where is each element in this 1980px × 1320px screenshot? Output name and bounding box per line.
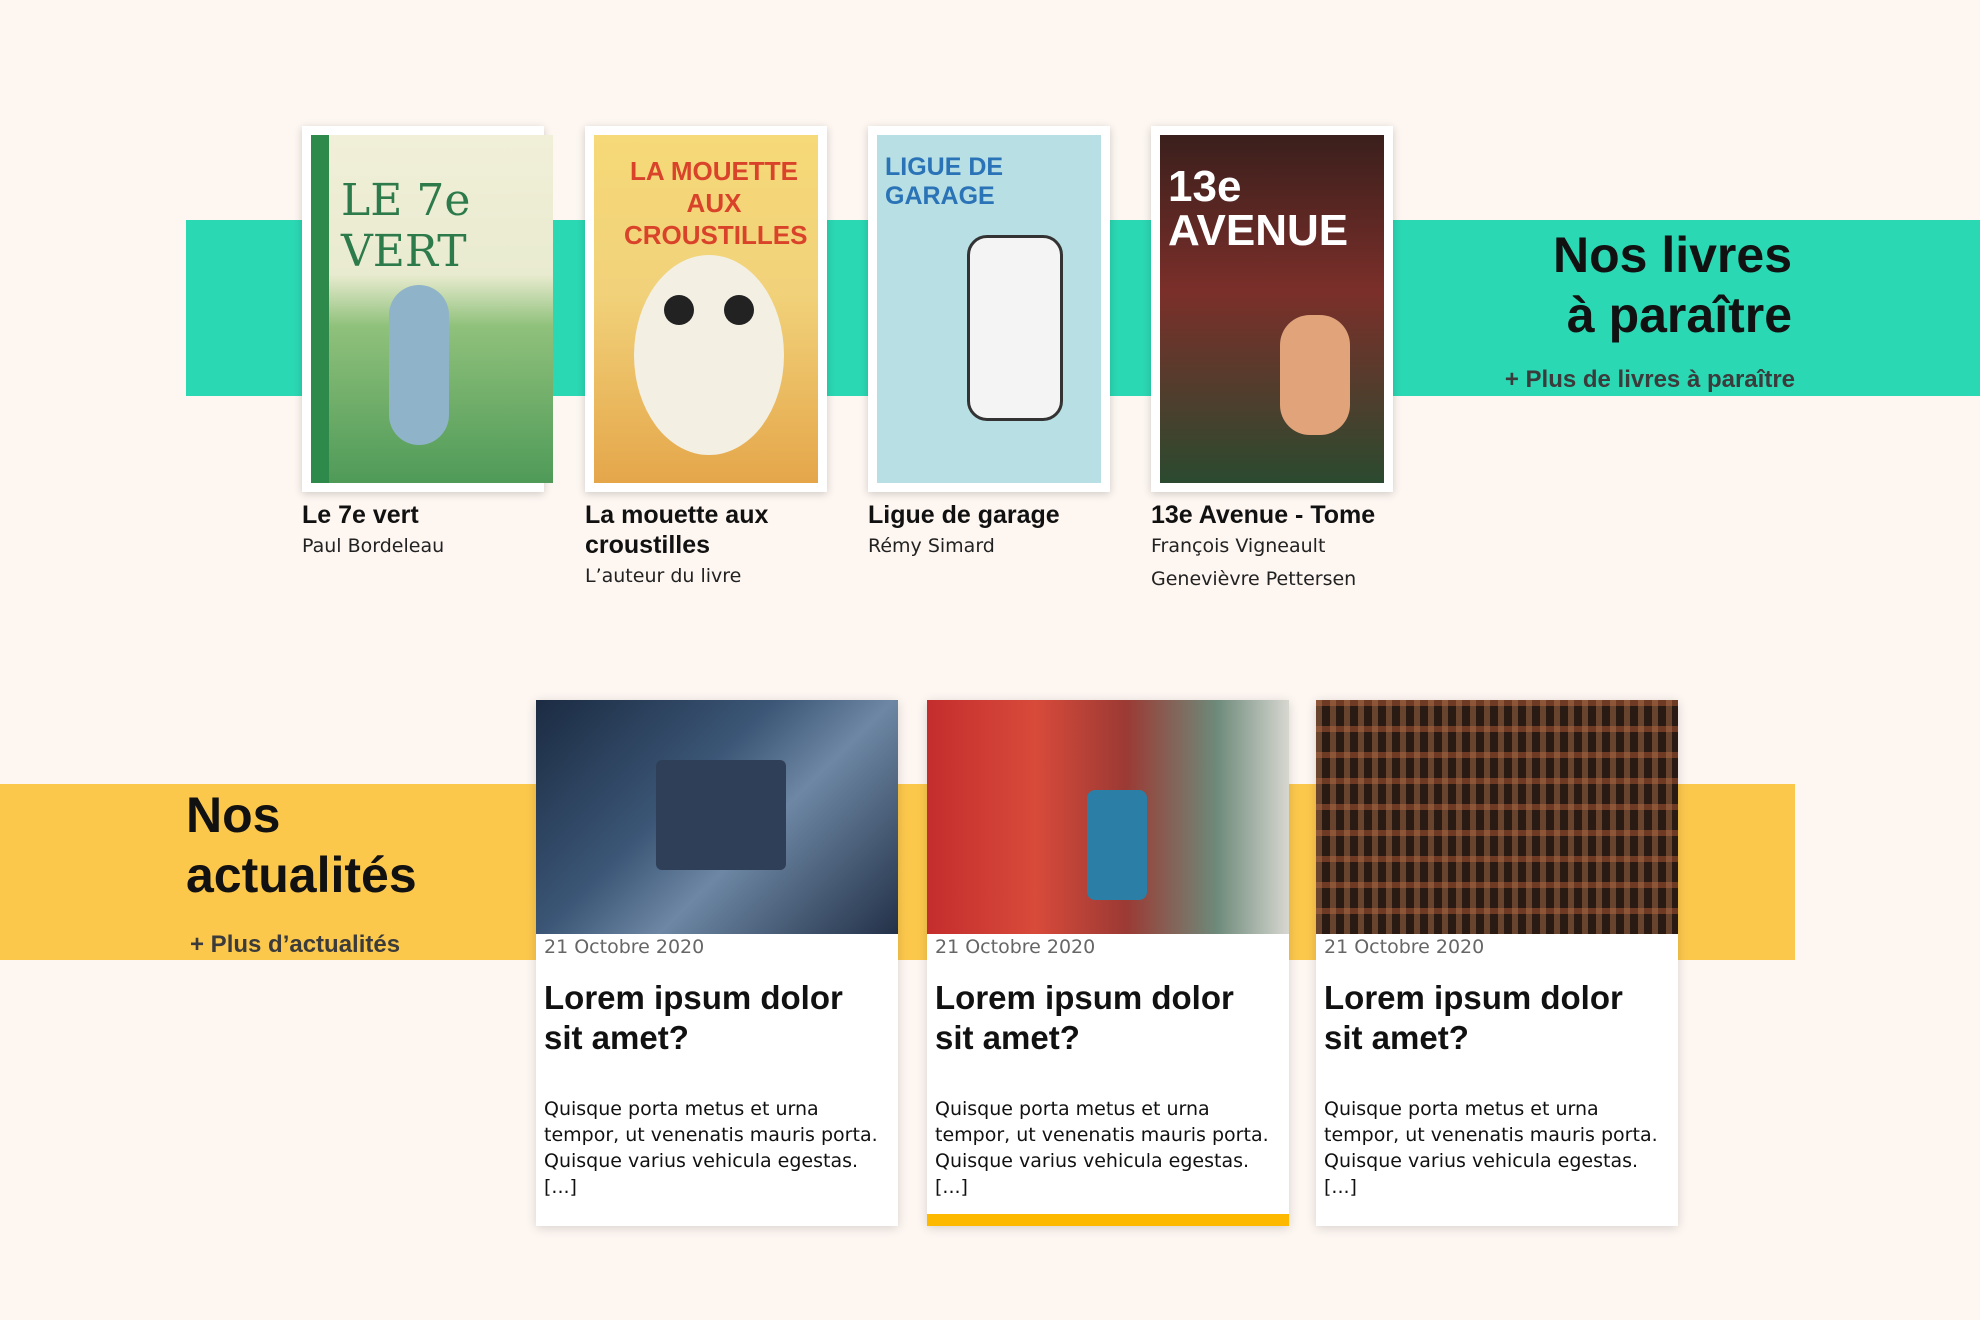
upcoming-section-title: Nos livres à paraître [1400, 225, 1792, 345]
upcoming-title-line1: Nos livres [1552, 227, 1792, 283]
book-cover-image: LA MOUETTE AUX CROUSTILLES [594, 135, 818, 483]
book-author: Paul Bordeleau [302, 535, 445, 557]
upcoming-title-line2: à paraître [1566, 287, 1792, 343]
news-photo [1316, 700, 1678, 934]
character-illustration [1280, 315, 1350, 435]
news-photo [927, 700, 1289, 934]
book-cover-text: LIGUE DE GARAGE [885, 153, 1004, 210]
news-card[interactable]: 21 Octobre 2020 Lorem ipsum dolor sit am… [1316, 700, 1678, 1226]
news-title[interactable]: Lorem ipsum dolor sit amet? [935, 978, 1275, 1058]
book-card[interactable]: LIGUE DE GARAGE Ligue de garage Rémy Sim… [868, 126, 1110, 563]
book-cover[interactable]: LA MOUETTE AUX CROUSTILLES [585, 126, 827, 492]
news-card[interactable]: 21 Octobre 2020 Lorem ipsum dolor sit am… [536, 700, 898, 1226]
book-title[interactable]: Le 7e vert [302, 500, 544, 530]
book-cover-image: LE 7e VERT [311, 135, 553, 483]
news-date: 21 Octobre 2020 [1324, 936, 1485, 958]
book-card[interactable]: 13e AVENUE 13e Avenue - Tome François Vi… [1151, 126, 1393, 596]
book-author: Genevièvre Pettersen [1151, 568, 1357, 590]
book-cover[interactable]: 13e AVENUE [1151, 126, 1393, 492]
book-card[interactable]: LE 7e VERT Le 7e vert Paul Bordeleau [302, 126, 553, 563]
news-date: 21 Octobre 2020 [544, 936, 705, 958]
seagull-eye-icon [664, 295, 694, 325]
news-photo [536, 700, 898, 934]
golfer-illustration [389, 285, 449, 445]
book-cover[interactable]: LIGUE DE GARAGE [868, 126, 1110, 492]
news-title-line2: actualités [186, 847, 417, 903]
news-excerpt: Quisque porta metus et urna tempor, ut v… [935, 1098, 1269, 1198]
bookshelf-pattern [1316, 700, 1678, 934]
book-cover-image: LIGUE DE GARAGE [877, 135, 1101, 483]
building-roof-shape [656, 760, 786, 870]
book-title[interactable]: Ligue de garage [868, 500, 1110, 530]
more-news-link[interactable]: + Plus d’actualités [190, 931, 400, 959]
book-card[interactable]: LA MOUETTE AUX CROUSTILLES La mouette au… [585, 126, 827, 593]
news-title-line1: Nos [186, 787, 281, 843]
book-title[interactable]: La mouette aux croustilles [585, 500, 827, 560]
book-cover-image: 13e AVENUE [1160, 135, 1384, 483]
news-excerpt: Quisque porta metus et urna tempor, ut v… [544, 1098, 878, 1198]
seagull-illustration [634, 255, 784, 455]
goalie-illustration [967, 235, 1063, 421]
mural-shape [1087, 790, 1147, 900]
active-card-accent [927, 1214, 1289, 1226]
book-author: François Vigneault [1151, 535, 1326, 557]
book-cover-text: LA MOUETTE AUX CROUSTILLES [624, 156, 808, 250]
book-title[interactable]: 13e Avenue - Tome [1151, 500, 1393, 530]
more-upcoming-books-link[interactable]: + Plus de livres à paraître [1440, 366, 1795, 394]
news-card[interactable]: 21 Octobre 2020 Lorem ipsum dolor sit am… [927, 700, 1289, 1226]
book-cover-text: 13e AVENUE [1168, 162, 1349, 255]
news-title[interactable]: Lorem ipsum dolor sit amet? [544, 978, 884, 1058]
book-author: L’auteur du livre [585, 565, 742, 587]
news-date: 21 Octobre 2020 [935, 936, 1096, 958]
seagull-eye-icon [724, 295, 754, 325]
news-title[interactable]: Lorem ipsum dolor sit amet? [1324, 978, 1664, 1058]
book-author: Rémy Simard [868, 535, 995, 557]
book-cover[interactable]: LE 7e VERT [302, 126, 553, 492]
news-section-title: Nos actualités [186, 785, 526, 905]
news-excerpt: Quisque porta metus et urna tempor, ut v… [1324, 1098, 1658, 1198]
book-cover-text: LE 7e VERT [341, 175, 471, 277]
